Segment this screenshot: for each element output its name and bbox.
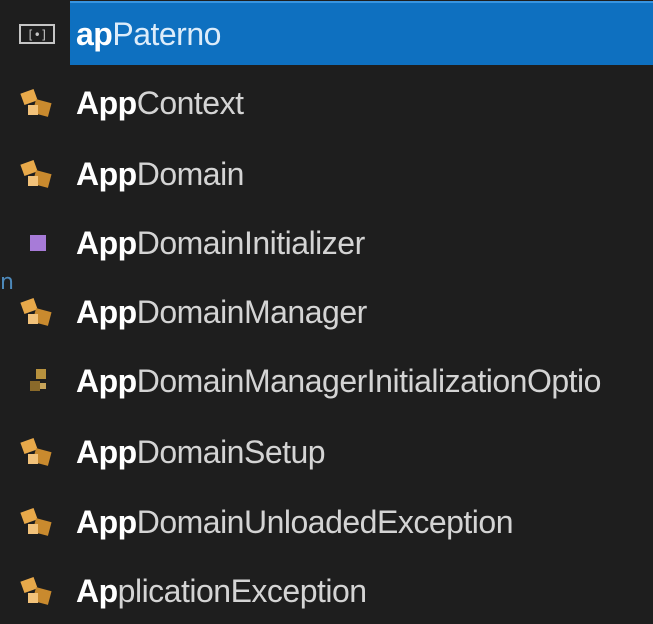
- completion-match-text: App: [76, 224, 137, 261]
- completion-rest-text: Paterno: [112, 15, 221, 52]
- completion-rest-text: DomainUnloadedException: [136, 503, 514, 540]
- completion-item-label: App DomainSetup: [70, 421, 653, 483]
- delegate-icon: [14, 219, 62, 267]
- completion-item-label: Ap plicationException: [70, 560, 653, 622]
- completion-item-label: App DomainInitializer: [70, 212, 653, 274]
- completion-item[interactable]: Ap plicationException: [0, 560, 653, 622]
- class-icon: [14, 428, 62, 476]
- completion-match-text: App: [76, 293, 137, 330]
- snippet-icon: [•]: [14, 9, 62, 57]
- class-icon: [14, 150, 62, 198]
- class-icon: [14, 498, 62, 546]
- completion-item-label: App DomainUnloadedException: [70, 491, 653, 553]
- completion-match-text: App: [76, 155, 137, 192]
- completion-item[interactable]: App Context: [0, 72, 653, 134]
- class-icon: [14, 567, 62, 615]
- completion-item[interactable]: App DomainSetup: [0, 421, 653, 483]
- completion-item[interactable]: [•] ap Paterno: [0, 1, 653, 65]
- completion-item[interactable]: App Domain: [0, 143, 653, 205]
- completion-rest-text: DomainInitializer: [136, 224, 366, 261]
- completion-match-text: App: [76, 433, 137, 470]
- completion-rest-text: Context: [136, 84, 244, 121]
- completion-rest-text: DomainManager: [136, 293, 368, 330]
- completion-item-label: App DomainManager: [70, 281, 653, 343]
- completion-match-text: App: [76, 503, 137, 540]
- completion-item-label: ap Paterno: [70, 1, 653, 65]
- completion-match-text: ap: [76, 15, 113, 52]
- completion-item[interactable]: App DomainInitializer: [0, 212, 653, 274]
- completion-rest-text: Domain: [136, 155, 245, 192]
- completion-item-label: App DomainManagerInitializationOptio: [70, 350, 653, 412]
- completion-item-label: App Domain: [70, 143, 653, 205]
- completion-rest-text: DomainManagerInitializationOptio: [136, 362, 602, 399]
- completion-match-text: App: [76, 362, 137, 399]
- completion-match-text: Ap: [76, 572, 118, 609]
- enum-icon: [14, 357, 62, 405]
- completion-rest-text: DomainSetup: [136, 433, 326, 470]
- intellisense-completion-list: n [•] ap Paterno App Context App Domain …: [0, 0, 653, 624]
- completion-item[interactable]: App DomainUnloadedException: [0, 491, 653, 553]
- completion-item-label: App Context: [70, 72, 653, 134]
- completion-item[interactable]: App DomainManager: [0, 281, 653, 343]
- completion-match-text: App: [76, 84, 137, 121]
- completion-rest-text: plicationException: [117, 572, 367, 609]
- svg-text:[•]: [•]: [27, 28, 47, 42]
- completion-item[interactable]: App DomainManagerInitializationOptio: [0, 350, 653, 412]
- class-icon: [14, 288, 62, 336]
- class-icon: [14, 79, 62, 127]
